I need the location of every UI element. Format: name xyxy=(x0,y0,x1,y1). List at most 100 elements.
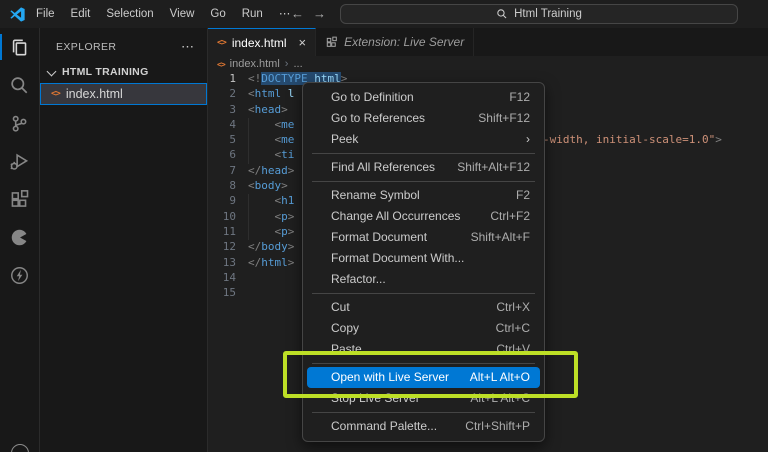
menu-item-refactor[interactable]: Refactor... xyxy=(307,269,540,290)
tab-index-html[interactable]: <> index.html × xyxy=(208,28,316,56)
activity-explorer-button[interactable] xyxy=(0,28,39,66)
folder-html-training[interactable]: HTML TRAINING xyxy=(40,61,207,83)
menu-item-label: Find All References xyxy=(331,157,457,178)
code-token: </ xyxy=(248,240,261,253)
activity-extensions-button[interactable] xyxy=(0,180,39,218)
code-token: < xyxy=(248,103,255,116)
code-token: body xyxy=(255,179,282,192)
code-token: me xyxy=(281,133,294,146)
menu-item-label: Command Palette... xyxy=(331,416,465,437)
html-file-icon: <> xyxy=(51,89,60,99)
explorer-title: EXPLORER xyxy=(56,41,116,53)
menu-item-label: Refactor... xyxy=(331,269,530,290)
account-icon[interactable] xyxy=(11,444,29,452)
menu-item-format-document-with[interactable]: Format Document With... xyxy=(307,248,540,269)
breadcrumb-file[interactable]: index.html xyxy=(230,58,280,70)
code-token: ti xyxy=(281,148,294,161)
explorer-icon xyxy=(9,37,30,58)
indent-guide xyxy=(248,148,249,163)
html-file-icon: <> xyxy=(217,38,226,48)
back-arrow-button[interactable]: ← xyxy=(291,0,304,28)
annotation-highlight-box xyxy=(283,351,578,398)
menu-item-go-to-references[interactable]: Go to ReferencesShift+F12 xyxy=(307,108,540,129)
menu-item-peek[interactable]: Peek› xyxy=(307,129,540,150)
menu-item-shortcut: Ctrl+X xyxy=(496,297,530,318)
code-token: -width, initial-scale=1.0" xyxy=(543,133,715,146)
file-index-html[interactable]: <> index.html xyxy=(40,83,207,105)
menu-item-label: Copy xyxy=(331,318,496,339)
activity-run-debug-button[interactable] xyxy=(0,142,39,180)
title-bar: FileEditSelectionViewGoRun⋯ ← → Html Tra… xyxy=(0,0,768,28)
menu-go[interactable]: Go xyxy=(202,0,233,28)
code-token: > xyxy=(281,179,288,192)
code-token: l xyxy=(281,87,294,100)
menu-separator xyxy=(312,412,535,413)
line-number: 6 xyxy=(208,148,248,163)
menu-item-find-all-references[interactable]: Find All ReferencesShift+Alt+F12 xyxy=(307,157,540,178)
line-number: 14 xyxy=(208,271,248,286)
live-share-icon xyxy=(9,227,30,248)
code-token: h1 xyxy=(281,194,294,207)
line-number: 4 xyxy=(208,118,248,133)
menu-item-shortcut: F2 xyxy=(516,185,530,206)
menu-item-change-all-occurrences[interactable]: Change All OccurrencesCtrl+F2 xyxy=(307,206,540,227)
menu-item-shortcut: Shift+Alt+F12 xyxy=(457,157,530,178)
line-number: 8 xyxy=(208,179,248,194)
line-number: 1 xyxy=(208,72,248,87)
menu-item-shortcut: Ctrl+F2 xyxy=(490,206,530,227)
indent-guide xyxy=(248,210,249,225)
menu-item-shortcut: Shift+F12 xyxy=(478,108,530,129)
menu-item-shortcut: F12 xyxy=(509,87,530,108)
menu-item-copy[interactable]: CopyCtrl+C xyxy=(307,318,540,339)
indent-guide xyxy=(248,225,249,240)
menu-item-rename-symbol[interactable]: Rename SymbolF2 xyxy=(307,185,540,206)
explorer-more-button[interactable]: ⋯ xyxy=(181,39,195,55)
menu-bar: FileEditSelectionViewGoRun⋯ xyxy=(28,0,298,28)
line-number-gutter: 123456789101112131415 xyxy=(208,72,248,301)
menu-item-shortcut: Shift+Alt+F xyxy=(471,227,530,248)
line-number: 11 xyxy=(208,225,248,240)
menu-selection[interactable]: Selection xyxy=(98,0,161,28)
line-number: 13 xyxy=(208,256,248,271)
menu-file[interactable]: File xyxy=(28,0,63,28)
line-number: 3 xyxy=(208,103,248,118)
line-number: 15 xyxy=(208,286,248,301)
menu-item-command-palette[interactable]: Command Palette...Ctrl+Shift+P xyxy=(307,416,540,437)
vscode-window: FileEditSelectionViewGoRun⋯ ← → Html Tra… xyxy=(0,0,768,452)
search-icon xyxy=(496,8,508,20)
menu-item-go-to-definition[interactable]: Go to DefinitionF12 xyxy=(307,87,540,108)
activity-search-button[interactable] xyxy=(0,66,39,104)
menu-item-label: Cut xyxy=(331,297,496,318)
code-token: me xyxy=(281,118,294,131)
breadcrumb[interactable]: <> index.html › ... xyxy=(208,56,768,72)
close-tab-button[interactable]: × xyxy=(299,35,307,50)
command-center-search[interactable]: Html Training xyxy=(340,4,738,24)
menu-item-label: Format Document xyxy=(331,227,471,248)
menu-item-cut[interactable]: CutCtrl+X xyxy=(307,297,540,318)
menu-edit[interactable]: Edit xyxy=(63,0,99,28)
code-token xyxy=(248,210,275,223)
menu-item-label: Format Document With... xyxy=(331,248,530,269)
source-control-icon xyxy=(9,113,30,134)
line-number: 9 xyxy=(208,194,248,209)
forward-arrow-button[interactable]: → xyxy=(313,0,326,28)
extensions-icon xyxy=(325,36,338,49)
code-token: < xyxy=(248,87,255,100)
code-token: < xyxy=(248,179,255,192)
tab-extension-live-server[interactable]: Extension: Live Server xyxy=(316,28,474,56)
activity-live-share-button[interactable] xyxy=(0,218,39,256)
code-token xyxy=(248,225,275,238)
file-label: index.html xyxy=(66,87,123,101)
breadcrumb-more[interactable]: ... xyxy=(293,58,302,70)
code-line-tail: -width, initial-scale=1.0"> xyxy=(543,133,722,146)
activity-source-control-button[interactable] xyxy=(0,104,39,142)
code-token: p xyxy=(281,225,288,238)
menu-item-label: Peek xyxy=(331,129,518,150)
tab-label: Extension: Live Server xyxy=(344,35,464,49)
activity-thunder-client-button[interactable] xyxy=(0,256,39,294)
menu-run[interactable]: Run xyxy=(234,0,271,28)
activity-bar xyxy=(0,28,40,452)
code-token: > xyxy=(715,133,722,146)
menu-view[interactable]: View xyxy=(162,0,203,28)
menu-item-format-document[interactable]: Format DocumentShift+Alt+F xyxy=(307,227,540,248)
